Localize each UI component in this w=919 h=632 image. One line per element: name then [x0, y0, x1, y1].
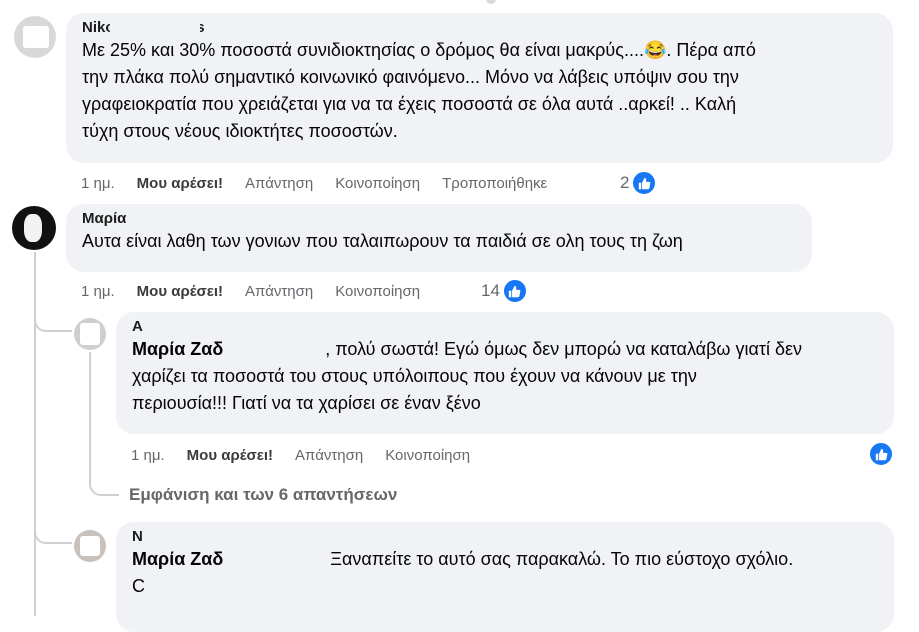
mention-link[interactable]: Μαρία Ζαδ: [132, 336, 326, 363]
share-button[interactable]: Κοινοποίηση: [335, 283, 420, 300]
share-button[interactable]: Κοινοποίηση: [335, 175, 420, 192]
scroll-indicator: [486, 0, 496, 4]
edited-label[interactable]: Τροποποιήθηκε: [442, 175, 547, 192]
avatar[interactable]: [74, 530, 106, 562]
like-button[interactable]: Μου αρέσει!: [137, 175, 223, 192]
thread-line-reply: [89, 352, 91, 482]
thread-elbow-more: [89, 470, 119, 496]
reaction-icon[interactable]: [866, 441, 894, 467]
thread-elbow-last: [34, 512, 72, 544]
avatar[interactable]: [14, 16, 56, 58]
reaction-count-number: 2: [620, 173, 630, 192]
comment-author[interactable]: Μαρία Ζαδ: [82, 210, 796, 228]
like-button[interactable]: Μου αρέσει!: [137, 283, 223, 300]
avatar[interactable]: [12, 206, 56, 250]
comment-text: Μαρία Ζαδ Ξαναπείτε το αυτό σας παρακαλώ…: [132, 546, 878, 600]
reaction-count-number: 14: [481, 281, 500, 300]
share-button[interactable]: Κοινοποίηση: [385, 447, 470, 464]
reply-button[interactable]: Απάντηση: [295, 447, 363, 464]
comment-actions: 1 ημ. Μου αρέσει! Απάντηση Κοινοποίηση: [81, 283, 442, 300]
like-button[interactable]: Μου αρέσει!: [187, 447, 273, 464]
reply-button[interactable]: Απάντηση: [245, 283, 313, 300]
comment-author[interactable]: Nikolaos Syllakis: [82, 19, 877, 37]
reply-button[interactable]: Απάντηση: [245, 175, 313, 192]
reply-text: Μαρία Ζαδ, πολύ σωστά! Εγώ όμως δεν μπορ…: [132, 336, 878, 417]
comment-actions: 1 ημ. Μου αρέσει! Απάντηση Κοινοποίηση Τ…: [81, 175, 569, 192]
thumbs-up-icon: [631, 170, 658, 196]
reaction-count[interactable]: 2: [620, 170, 658, 196]
comment-time[interactable]: 1 ημ.: [81, 175, 115, 192]
comment-text: Με 25% και 30% ποσοστά συνιδιοκτησίας ο …: [82, 40, 756, 141]
comment-bubble: Μαρία Ζαδ Αυτα είναι λαθη των γονιων που…: [66, 204, 812, 272]
comment-bubble: Nikolaos Syllakis Με 25% και 30% ποσοστά…: [66, 13, 893, 163]
comment-text: Αυτα είναι λαθη των γονιων που ταλαιπωρο…: [82, 231, 683, 251]
reply-time[interactable]: 1 ημ.: [131, 447, 165, 464]
mention-link[interactable]: Μαρία Ζαδ: [132, 546, 326, 573]
reaction-count[interactable]: 14: [481, 278, 528, 304]
thread-elbow-reply: [34, 300, 72, 332]
reply-author[interactable]: Α: [132, 318, 878, 336]
reply-bubble: Α Μαρία Ζαδ, πολύ σωστά! Εγώ όμως δεν μπ…: [116, 312, 894, 434]
avatar[interactable]: [74, 318, 106, 350]
comment-time[interactable]: 1 ημ.: [81, 283, 115, 300]
comment-author[interactable]: Ν: [132, 528, 878, 546]
thumbs-up-icon: [868, 441, 894, 467]
reply-actions: 1 ημ. Μου αρέσει! Απάντηση Κοινοποίηση: [131, 447, 492, 464]
thumbs-up-icon: [501, 278, 528, 304]
view-more-replies-link[interactable]: Εμφάνιση και των 6 απαντήσεων: [129, 485, 397, 505]
